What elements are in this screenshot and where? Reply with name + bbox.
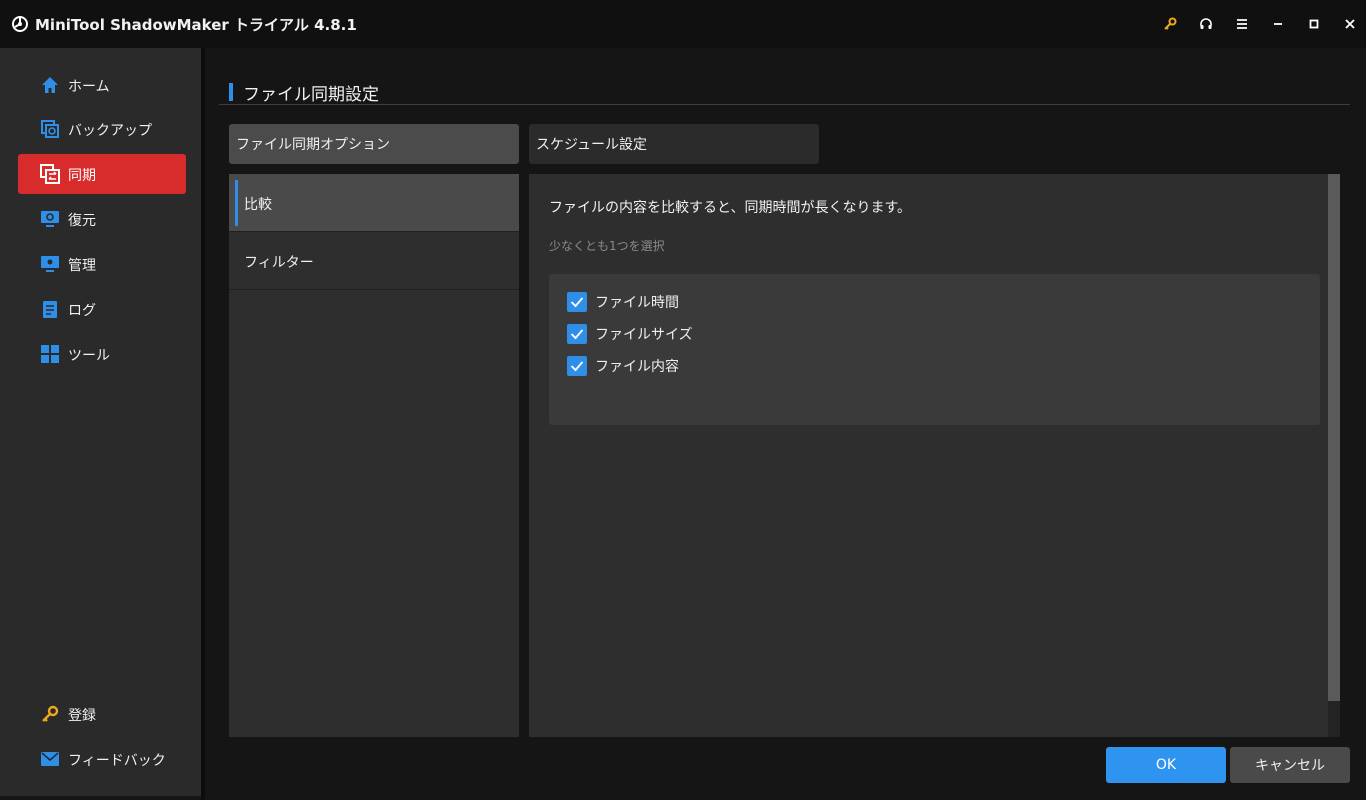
sidebar-item-label: ホーム <box>68 79 110 95</box>
sidebar-item-register[interactable]: 登録 <box>18 694 186 734</box>
sidebar-item-sync[interactable]: 同期 <box>18 154 186 194</box>
page-header: ファイル同期設定 <box>219 78 1350 105</box>
title-bar: MiniTool ShadowMaker トライアル 4.8.1 <box>0 0 1366 48</box>
compare-hint: 少なくとも1つを選択 <box>549 239 665 253</box>
checkbox-checked-icon[interactable] <box>567 356 587 376</box>
sidebar-item-label: バックアップ <box>68 123 152 139</box>
tools-icon <box>41 345 59 363</box>
sidebar-item-restore[interactable]: 復元 <box>18 199 186 239</box>
scrollbar-thumb[interactable] <box>1328 174 1340 701</box>
sidebar-item-log[interactable]: ログ <box>18 289 186 329</box>
active-indicator <box>235 180 238 226</box>
sidebar-item-label: フィードバック <box>68 753 166 769</box>
subnav-label: フィルター <box>244 255 314 271</box>
app-title: MiniTool ShadowMaker トライアル 4.8.1 <box>35 16 357 34</box>
manage-icon <box>41 256 59 272</box>
sidebar-item-label: 登録 <box>68 708 96 724</box>
mail-icon <box>41 752 59 766</box>
sidebar-item-label: ツール <box>68 348 110 364</box>
sidebar-item-label: 復元 <box>68 213 96 229</box>
sidebar-item-label: ログ <box>68 303 96 319</box>
sidebar-item-label: 管理 <box>68 258 96 274</box>
sidebar-item-home[interactable]: ホーム <box>18 65 186 105</box>
maximize-icon[interactable] <box>1302 12 1326 36</box>
compare-panel: ファイルの内容を比較すると、同期時間が長くなります。 少なくとも1つを選択 ファ… <box>529 174 1329 737</box>
sidebar-item-manage[interactable]: 管理 <box>18 244 186 284</box>
sidebar-item-feedback[interactable]: フィードバック <box>18 739 186 779</box>
subnav-label: 比較 <box>244 197 272 213</box>
log-icon <box>43 301 57 318</box>
ok-button[interactable]: OK <box>1106 747 1226 783</box>
title-accent <box>229 83 233 101</box>
compare-description: ファイルの内容を比較すると、同期時間が長くなります。 <box>549 200 912 216</box>
checkbox-checked-icon[interactable] <box>567 292 587 312</box>
key-icon <box>42 705 59 722</box>
checkbox-label: ファイル内容 <box>595 359 679 375</box>
cancel-button[interactable]: キャンセル <box>1230 747 1350 783</box>
minimize-icon[interactable] <box>1266 12 1290 36</box>
sidebar-item-backup[interactable]: バックアップ <box>18 109 186 149</box>
headset-icon[interactable] <box>1194 12 1218 36</box>
app-window: MiniTool ShadowMaker トライアル 4.8.1 ホーム バック… <box>0 0 1366 800</box>
compare-options-box: ファイル時間 ファイルサイズ ファイル内容 <box>549 274 1320 425</box>
sidebar-item-label: 同期 <box>68 168 96 184</box>
close-icon[interactable] <box>1338 12 1362 36</box>
panel-scrollbar[interactable] <box>1328 174 1340 737</box>
page-title: ファイル同期設定 <box>243 85 379 105</box>
checkbox-file-time[interactable]: ファイル時間 <box>567 292 679 312</box>
backup-icon <box>41 120 59 138</box>
home-icon <box>42 77 58 93</box>
subnav-item-compare[interactable]: 比較 <box>229 174 519 232</box>
checkbox-label: ファイル時間 <box>595 295 679 311</box>
options-subnav: 比較 フィルター <box>229 174 519 737</box>
subnav-item-filter[interactable]: フィルター <box>229 232 519 290</box>
sidebar-item-tools[interactable]: ツール <box>18 334 186 374</box>
checkbox-file-content[interactable]: ファイル内容 <box>567 356 679 376</box>
tab-schedule[interactable]: スケジュール設定 <box>529 124 819 164</box>
sidebar: ホーム バックアップ 同期 復元 管理 ログ ツール 登録 フィードバック <box>0 48 201 796</box>
checkbox-label: ファイルサイズ <box>595 327 693 343</box>
checkbox-checked-icon[interactable] <box>567 324 587 344</box>
sync-icon <box>40 164 60 184</box>
key-icon[interactable] <box>1158 12 1182 36</box>
restore-icon <box>41 211 59 227</box>
checkbox-file-size[interactable]: ファイルサイズ <box>567 324 693 344</box>
main-content: ファイル同期設定 ファイル同期オプション スケジュール設定 比較 フィルター フ… <box>205 48 1366 800</box>
logo-icon <box>12 16 28 32</box>
tab-sync-options[interactable]: ファイル同期オプション <box>229 124 519 164</box>
menu-icon[interactable] <box>1230 12 1254 36</box>
